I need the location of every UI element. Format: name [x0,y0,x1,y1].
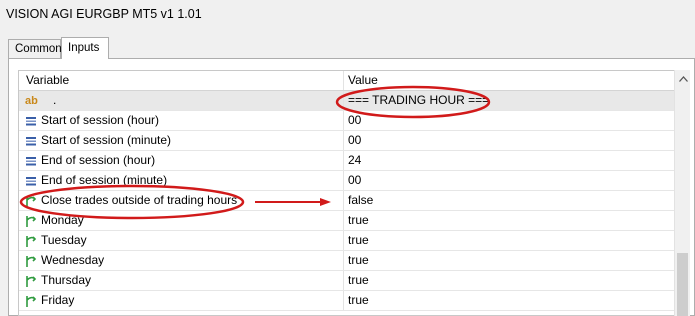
number-icon [26,117,36,126]
bool-icon [26,196,37,207]
value-cell[interactable]: true [345,291,674,310]
window-title: VISION AGI EURGBP MT5 v1 1.01 [6,7,202,21]
value-cell[interactable]: true [345,271,674,290]
number-icon [26,157,36,166]
value-cell[interactable]: === TRADING HOUR === [345,91,674,110]
vertical-scrollbar[interactable] [674,70,690,316]
scroll-up-arrow-icon[interactable] [675,70,691,87]
table-row[interactable]: End of session (minute) 00 [19,171,674,191]
table-row[interactable]: Start of session (hour) 00 [19,111,674,131]
bool-icon [26,296,37,307]
variable-name: Tuesday [41,233,87,247]
inputs-grid: Variable Value ab . === TRADING HOUR ===… [18,70,674,316]
scroll-thumb[interactable] [677,253,688,316]
variable-name: Monday [41,213,84,227]
column-header-value[interactable]: Value [345,71,674,90]
table-row[interactable]: ab . === TRADING HOUR === [19,91,674,111]
value-cell[interactable]: false [345,191,674,210]
table-row[interactable]: End of session (hour) 24 [19,151,674,171]
value-cell[interactable]: true [345,231,674,250]
table-row[interactable]: Friday true [19,291,674,311]
table-row[interactable]: Monday true [19,211,674,231]
bool-icon [26,276,37,287]
variable-name: Friday [41,293,75,307]
value-cell[interactable]: true [345,251,674,270]
column-header-variable[interactable]: Variable [19,71,344,90]
variable-name: End of session (hour) [41,153,156,167]
table-row[interactable]: Start of session (minute) 00 [19,131,674,151]
value-cell[interactable]: 00 [345,131,674,150]
variable-name: Start of session (hour) [41,113,160,127]
table-row[interactable]: Thursday true [19,271,674,291]
value-cell[interactable]: 00 [345,111,674,130]
number-icon [26,137,36,146]
bool-icon [26,236,37,247]
variable-name: Thursday [41,273,92,287]
grid-header: Variable Value [19,71,674,91]
table-row[interactable]: Close trades outside of trading hours fa… [19,191,674,211]
variable-name: End of session (minute) [41,173,168,187]
table-row[interactable]: Tuesday true [19,231,674,251]
tab-inputs[interactable]: Inputs [61,37,109,59]
bool-icon [26,216,37,227]
number-icon [26,177,36,186]
value-cell[interactable]: 00 [345,171,674,190]
value-cell[interactable]: true [345,211,674,230]
variable-name: Start of session (minute) [41,133,172,147]
table-row[interactable]: Wednesday true [19,251,674,271]
variable-name: Wednesday [41,253,105,267]
tab-common[interactable]: Common [8,39,62,58]
variable-name: . [53,93,57,107]
variable-name: Close trades outside of trading hours [41,193,238,207]
bool-icon [26,256,37,267]
ab-icon: ab [25,95,38,107]
value-cell[interactable]: 24 [345,151,674,170]
